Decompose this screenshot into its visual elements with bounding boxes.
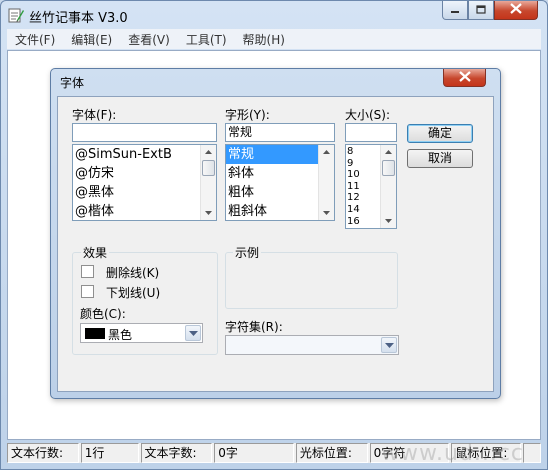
chevron-down-icon[interactable] xyxy=(185,325,201,341)
size-input[interactable] xyxy=(345,123,397,142)
minimize-button[interactable] xyxy=(442,1,468,20)
close-button[interactable] xyxy=(494,1,538,20)
effects-group-label: 效果 xyxy=(81,244,110,261)
scroll-up-icon[interactable] xyxy=(319,145,334,159)
color-select[interactable]: 黑色 xyxy=(80,323,203,343)
font-dialog: 字体 字体(F): @SimSun-ExtB @仿宋 @黑体 @楷体 字形(Y)… xyxy=(50,68,501,399)
scroll-down-icon[interactable] xyxy=(319,206,334,220)
maximize-button[interactable] xyxy=(468,1,494,20)
chevron-down-icon[interactable] xyxy=(381,337,397,353)
underline-label: 下划线(U) xyxy=(106,286,161,300)
menu-help[interactable]: 帮助(H) xyxy=(235,31,293,48)
dialog-body: 字体(F): @SimSun-ExtB @仿宋 @黑体 @楷体 字形(Y): 常… xyxy=(57,96,494,392)
status-chars-value: 0字 xyxy=(214,443,294,463)
scroll-down-icon[interactable] xyxy=(381,214,396,228)
color-select-value: 黑色 xyxy=(108,328,133,342)
menu-file[interactable]: 文件(F) xyxy=(7,31,63,48)
charset-label: 字符集(R): xyxy=(225,320,283,334)
minimize-icon xyxy=(450,3,460,17)
font-list-item[interactable]: @SimSun-ExtB xyxy=(73,145,216,164)
size-list[interactable]: 8 9 10 11 12 14 16 xyxy=(345,144,397,229)
scroll-thumb[interactable] xyxy=(202,160,215,176)
status-bar: 文本行数: 1行 文本字数: 0字 光标位置: 0字符 鼠标位置: xyxy=(7,443,541,463)
size-list-scrollbar[interactable] xyxy=(380,145,396,228)
color-label: 颜色(C): xyxy=(80,307,126,321)
status-mouse-label: 鼠标位置: xyxy=(451,443,522,463)
font-input[interactable] xyxy=(72,123,217,142)
font-label: 字体(F): xyxy=(72,108,117,122)
sample-group-label: 示例 xyxy=(233,244,262,261)
close-icon xyxy=(510,3,522,17)
ok-button[interactable]: 确定 xyxy=(407,124,473,143)
status-cursor-value: 0字符 xyxy=(369,443,450,463)
close-icon xyxy=(458,70,471,85)
color-swatch xyxy=(85,328,105,339)
menu-edit[interactable]: 编辑(E) xyxy=(63,31,120,48)
status-lines-label: 文本行数: xyxy=(7,443,79,463)
status-chars-label: 文本字数: xyxy=(140,443,213,463)
notepad-icon xyxy=(8,7,24,23)
font-list-scrollbar[interactable] xyxy=(200,145,216,220)
menu-view[interactable]: 查看(V) xyxy=(120,31,178,48)
scroll-up-icon[interactable] xyxy=(201,145,216,159)
size-label: 大小(S): xyxy=(345,108,391,122)
style-label: 字形(Y): xyxy=(225,108,270,122)
font-list-item[interactable]: @黑体 xyxy=(73,183,216,202)
cancel-button[interactable]: 取消 xyxy=(407,149,473,168)
scroll-down-icon[interactable] xyxy=(201,206,216,220)
style-input[interactable]: 常规 xyxy=(225,123,335,142)
underline-checkbox[interactable] xyxy=(81,285,94,298)
style-list-scrollbar[interactable] xyxy=(318,145,334,220)
status-lines-value: 1行 xyxy=(80,443,139,463)
status-cursor-label: 光标位置: xyxy=(295,443,368,463)
font-list-item[interactable]: @楷体 xyxy=(73,202,216,220)
title-bar[interactable]: 丝竹记事本 V3.0 xyxy=(1,1,547,29)
status-mouse-value xyxy=(523,443,541,463)
style-list[interactable]: 常规 斜体 粗体 粗斜体 xyxy=(225,144,335,221)
menu-tools[interactable]: 工具(T) xyxy=(178,31,235,48)
dialog-title: 字体 xyxy=(60,76,85,90)
strikeout-checkbox[interactable] xyxy=(81,265,94,278)
dialog-close-button[interactable] xyxy=(443,69,486,87)
scroll-up-icon[interactable] xyxy=(381,145,396,159)
scroll-thumb[interactable] xyxy=(382,160,395,176)
strikeout-label: 删除线(K) xyxy=(106,266,160,280)
menu-bar: 文件(F) 编辑(E) 查看(V) 工具(T) 帮助(H) xyxy=(7,29,541,49)
maximize-icon xyxy=(476,3,486,17)
font-list[interactable]: @SimSun-ExtB @仿宋 @黑体 @楷体 xyxy=(72,144,217,221)
charset-select[interactable] xyxy=(225,335,399,355)
window-title: 丝竹记事本 V3.0 xyxy=(29,11,128,26)
font-list-item[interactable]: @仿宋 xyxy=(73,164,216,183)
